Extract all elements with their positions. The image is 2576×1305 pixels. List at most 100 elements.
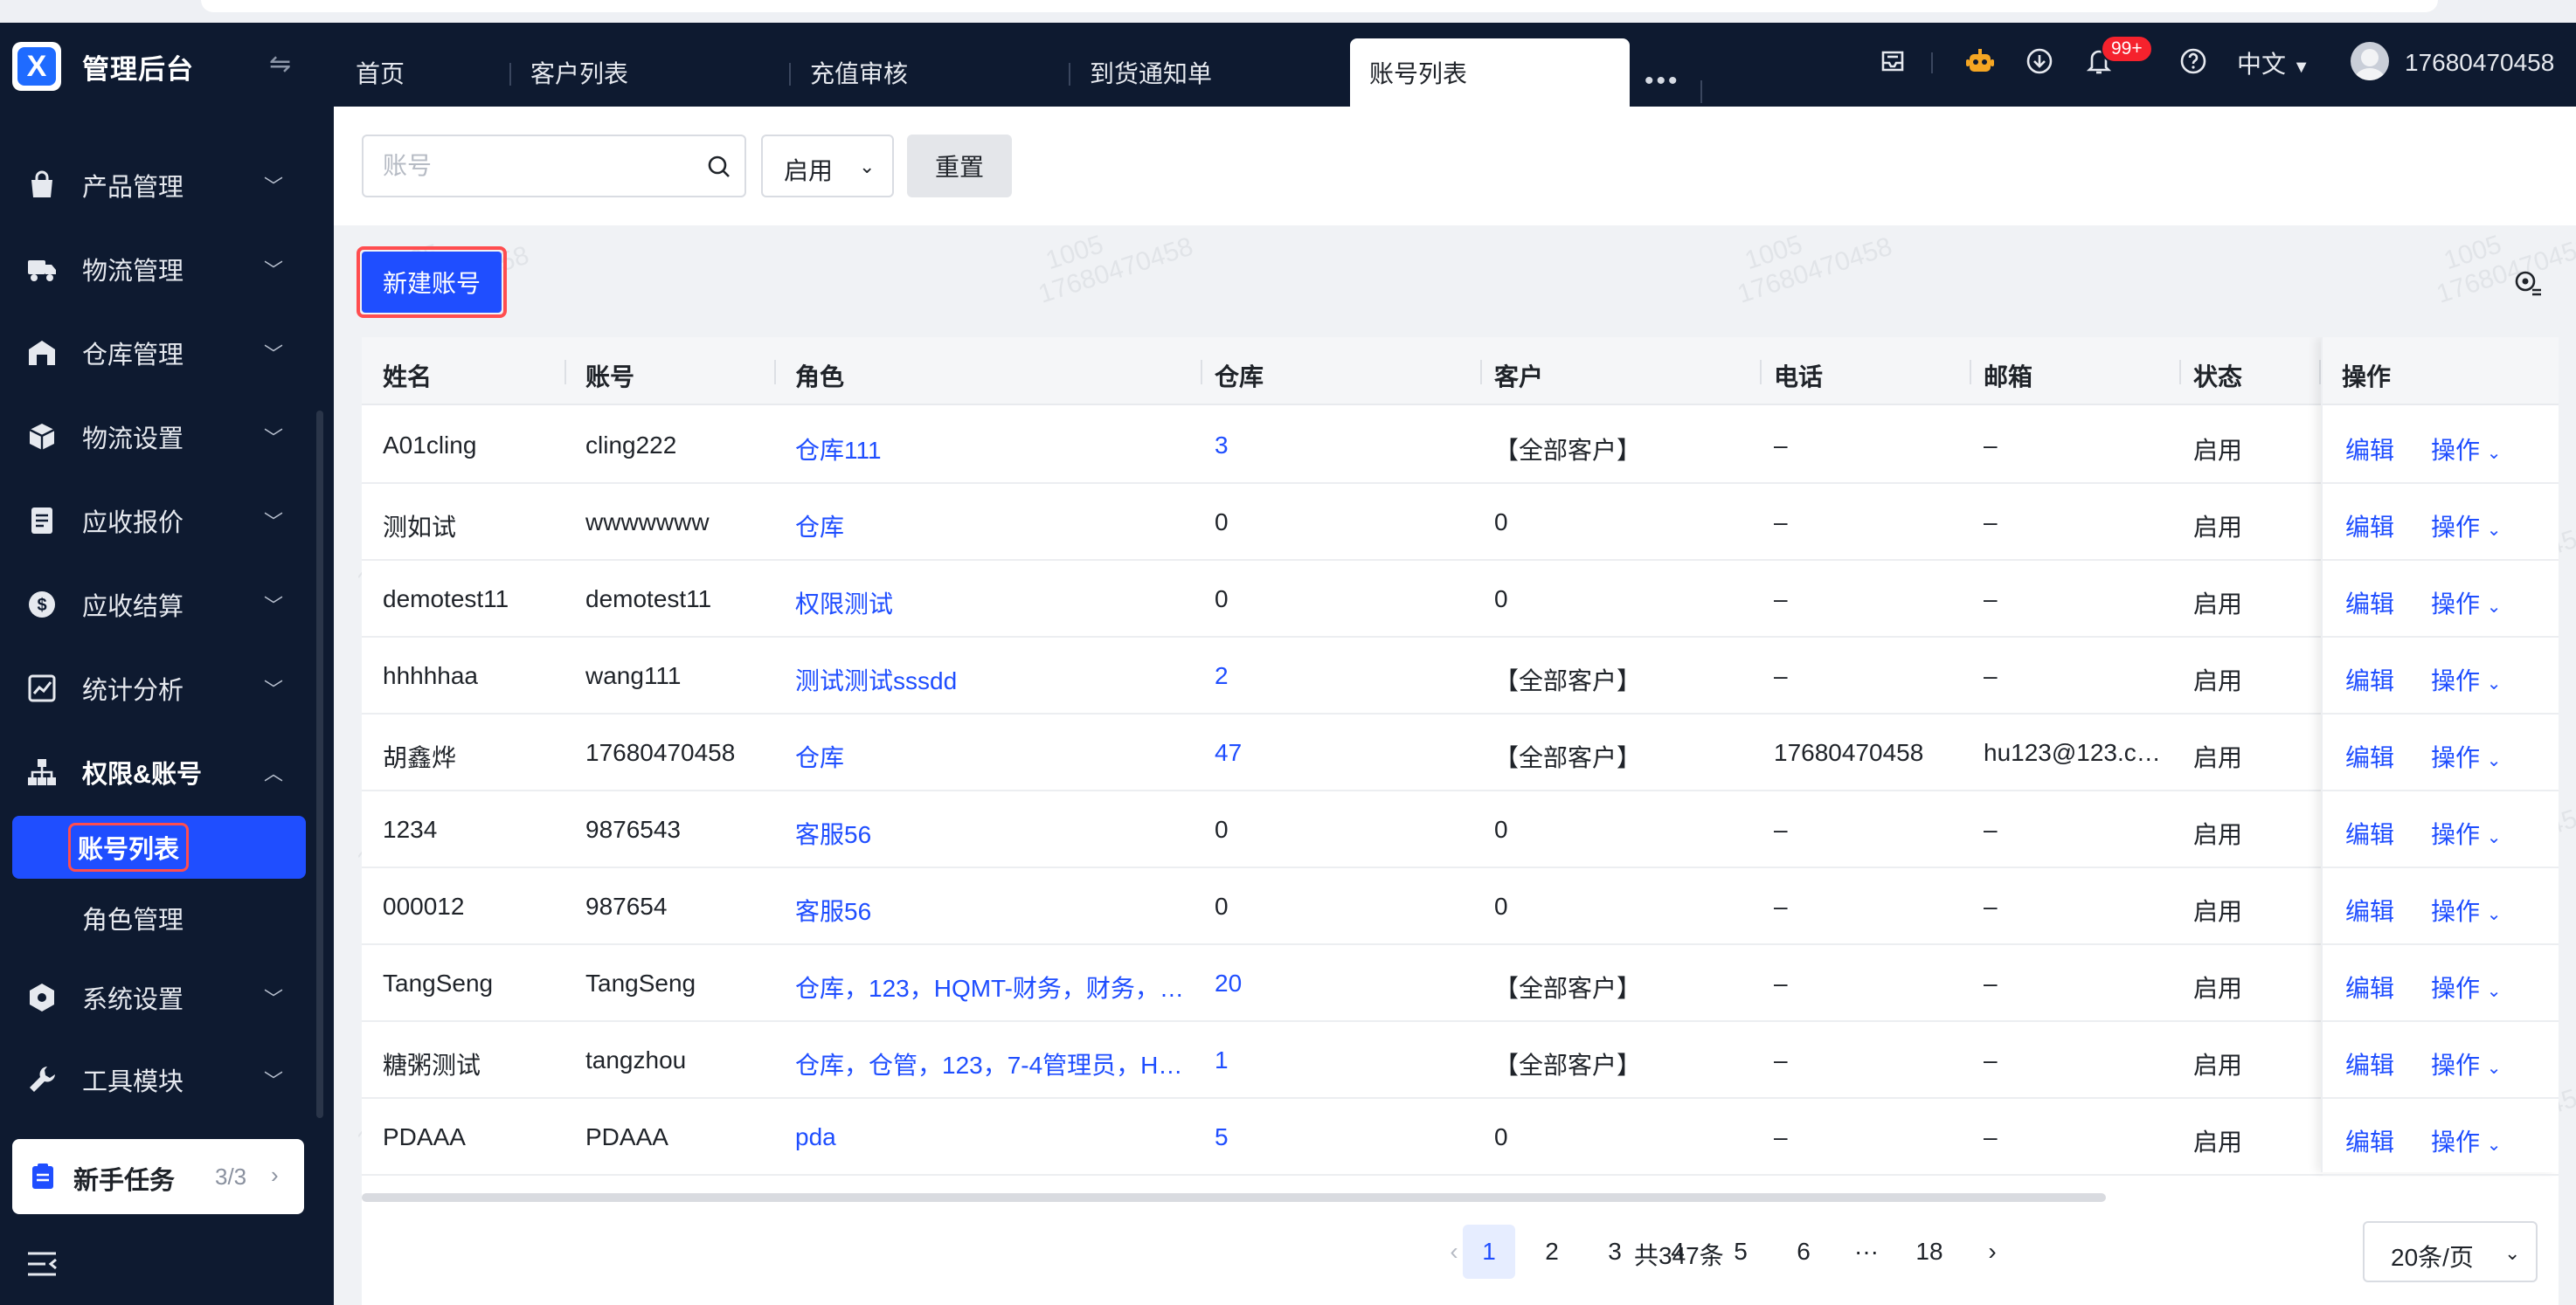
column-header[interactable]: 客户 (1494, 358, 1543, 393)
tab-1[interactable]: 客户列表 (511, 38, 791, 107)
pagination-ellipsis[interactable]: ··· (1840, 1225, 1893, 1279)
menu-fold-icon[interactable] (26, 1251, 58, 1277)
username[interactable]: 17680470458 (2405, 49, 2554, 77)
action-dropdown[interactable]: 操作 ⌄ (2431, 739, 2502, 774)
table-cell[interactable]: 47 (1215, 739, 1242, 767)
column-resize-handle[interactable] (1760, 360, 1762, 384)
sidebar-item-6[interactable]: 统计分析 ﹀ (0, 662, 334, 715)
sidebar-subitem-account-list[interactable]: 账号列表 (68, 823, 190, 872)
app-logo[interactable]: X (12, 42, 61, 91)
search-icon[interactable] (706, 154, 732, 180)
page-button[interactable]: 5 (1714, 1225, 1767, 1279)
sidebar-item-1[interactable]: 物流管理 ﹀ (0, 243, 334, 295)
next-page-icon[interactable]: › (1966, 1225, 2019, 1279)
table-cell[interactable]: 客服56 (795, 816, 871, 851)
action-dropdown[interactable]: 操作 ⌄ (2431, 1046, 2502, 1081)
page-button[interactable]: 6 (1777, 1225, 1830, 1279)
edit-link[interactable]: 编辑 (2345, 432, 2394, 466)
action-dropdown[interactable]: 操作 ⌄ (2431, 893, 2502, 928)
table-cell[interactable]: 仓库 (795, 739, 844, 774)
table-cell[interactable]: 仓库，仓管，123，7-4管理员，H… (795, 1046, 1182, 1081)
column-resize-handle[interactable] (1970, 360, 1971, 384)
table-cell[interactable]: 20 (1215, 970, 1242, 998)
edit-link[interactable]: 编辑 (2345, 1046, 2394, 1081)
help-icon[interactable] (2176, 44, 2211, 79)
sidebar-item-8[interactable]: 系统设置 ﹀ (0, 971, 334, 1024)
sidebar-subitem-role-management[interactable]: 角色管理 (82, 900, 184, 936)
column-header[interactable]: 电话 (1774, 358, 1823, 393)
table-cell[interactable]: 客服56 (795, 893, 871, 928)
edit-link[interactable]: 编辑 (2345, 508, 2394, 543)
action-dropdown[interactable]: 操作 ⌄ (2431, 970, 2502, 1005)
page-button[interactable]: 2 (1526, 1225, 1578, 1279)
action-dropdown[interactable]: 操作 ⌄ (2431, 662, 2502, 697)
robot-icon[interactable] (1963, 44, 1998, 79)
column-resize-handle[interactable] (564, 360, 566, 384)
edit-link[interactable]: 编辑 (2345, 816, 2394, 851)
more-tabs-icon[interactable]: ••• (1645, 66, 1680, 96)
column-header[interactable]: 账号 (585, 358, 634, 393)
column-header[interactable]: 邮箱 (1984, 358, 2032, 393)
sidebar-item-0[interactable]: 产品管理 ﹀ (0, 159, 334, 211)
tab-3[interactable]: 到货通知单 (1070, 38, 1350, 107)
edit-link[interactable]: 编辑 (2345, 739, 2394, 774)
action-dropdown[interactable]: 操作 ⌄ (2431, 508, 2502, 543)
sidebar-scrollbar[interactable] (316, 411, 323, 1118)
edit-link[interactable]: 编辑 (2345, 1123, 2394, 1158)
column-header[interactable]: 仓库 (1215, 358, 1264, 393)
tab-switch-icon[interactable]: ⇋ (269, 49, 291, 79)
sidebar-item-9[interactable]: 工具模块 ﹀ (0, 1053, 334, 1106)
sidebar-item-3[interactable]: 物流设置 ﹀ (0, 411, 334, 463)
sidebar-item-4[interactable]: 应收报价 ﹀ (0, 494, 334, 547)
status-select[interactable]: 启用 ⌄ (761, 135, 894, 197)
account-search-input[interactable] (383, 148, 697, 183)
table-cell[interactable]: 仓库 (795, 508, 844, 543)
tab-0[interactable]: 首页 (336, 38, 511, 107)
page-size-select[interactable]: 20条/页 ⌄ (2363, 1221, 2538, 1282)
sidebar-item-7[interactable]: 权限&账号 ︿ (0, 746, 334, 798)
edit-link[interactable]: 编辑 (2345, 585, 2394, 620)
table-cell[interactable]: 1 (1215, 1046, 1229, 1074)
action-dropdown[interactable]: 操作 ⌄ (2431, 432, 2502, 466)
table-cell[interactable]: 仓库111 (795, 432, 882, 466)
column-resize-handle[interactable] (1480, 360, 1482, 384)
column-resize-handle[interactable] (774, 360, 776, 384)
edit-link[interactable]: 编辑 (2345, 662, 2394, 697)
action-dropdown[interactable]: 操作 ⌄ (2431, 816, 2502, 851)
download-icon[interactable] (2022, 44, 2057, 79)
tab-4[interactable]: 账号列表 (1350, 38, 1630, 107)
page-button[interactable]: 1 (1463, 1225, 1515, 1279)
table-cell[interactable]: 2 (1215, 662, 1229, 690)
table-cell[interactable]: 仓库，123，HQMT-财务，财务，… (795, 970, 1184, 1005)
tab-2[interactable]: 充值审核 (791, 38, 1070, 107)
column-header[interactable]: 角色 (795, 358, 844, 393)
column-header[interactable]: 状态 (2193, 358, 2242, 393)
table-cell[interactable]: 5 (1215, 1123, 1229, 1151)
page-button[interactable]: 3 (1589, 1225, 1641, 1279)
table-cell[interactable]: pda (795, 1123, 836, 1151)
inbox-icon[interactable] (1875, 44, 1910, 79)
avatar[interactable] (2351, 42, 2389, 80)
column-resize-handle[interactable] (1201, 360, 1202, 384)
sidebar-item-2[interactable]: 仓库管理 ﹀ (0, 327, 334, 379)
action-dropdown[interactable]: 操作 ⌄ (2431, 585, 2502, 620)
sidebar-item-5[interactable]: $ 应收结算 ﹀ (0, 578, 334, 631)
new-account-button[interactable]: 新建账号 (362, 252, 502, 313)
table-horizontal-scrollbar[interactable] (362, 1193, 2106, 1202)
table-cell[interactable]: 权限测试 (795, 585, 893, 620)
page-button[interactable]: 18 (1903, 1225, 1956, 1279)
edit-link[interactable]: 编辑 (2345, 970, 2394, 1005)
column-resize-handle[interactable] (2179, 360, 2181, 384)
column-settings-icon[interactable] (2513, 269, 2543, 299)
edit-link[interactable]: 编辑 (2345, 893, 2394, 928)
account-search-box[interactable] (362, 135, 746, 197)
column-header[interactable]: 姓名 (383, 358, 432, 393)
onboarding-task-card[interactable]: 新手任务 3/3 › (12, 1139, 304, 1214)
table-cell[interactable]: 3 (1215, 432, 1229, 459)
action-dropdown[interactable]: 操作 ⌄ (2431, 1123, 2502, 1158)
reset-button[interactable]: 重置 (907, 135, 1012, 197)
table-cell[interactable]: 测试测试sssdd (795, 662, 957, 697)
page-button[interactable]: 4 (1652, 1225, 1704, 1279)
chart-icon (28, 674, 56, 702)
language-select[interactable]: 中文 ▼ (2237, 45, 2310, 80)
